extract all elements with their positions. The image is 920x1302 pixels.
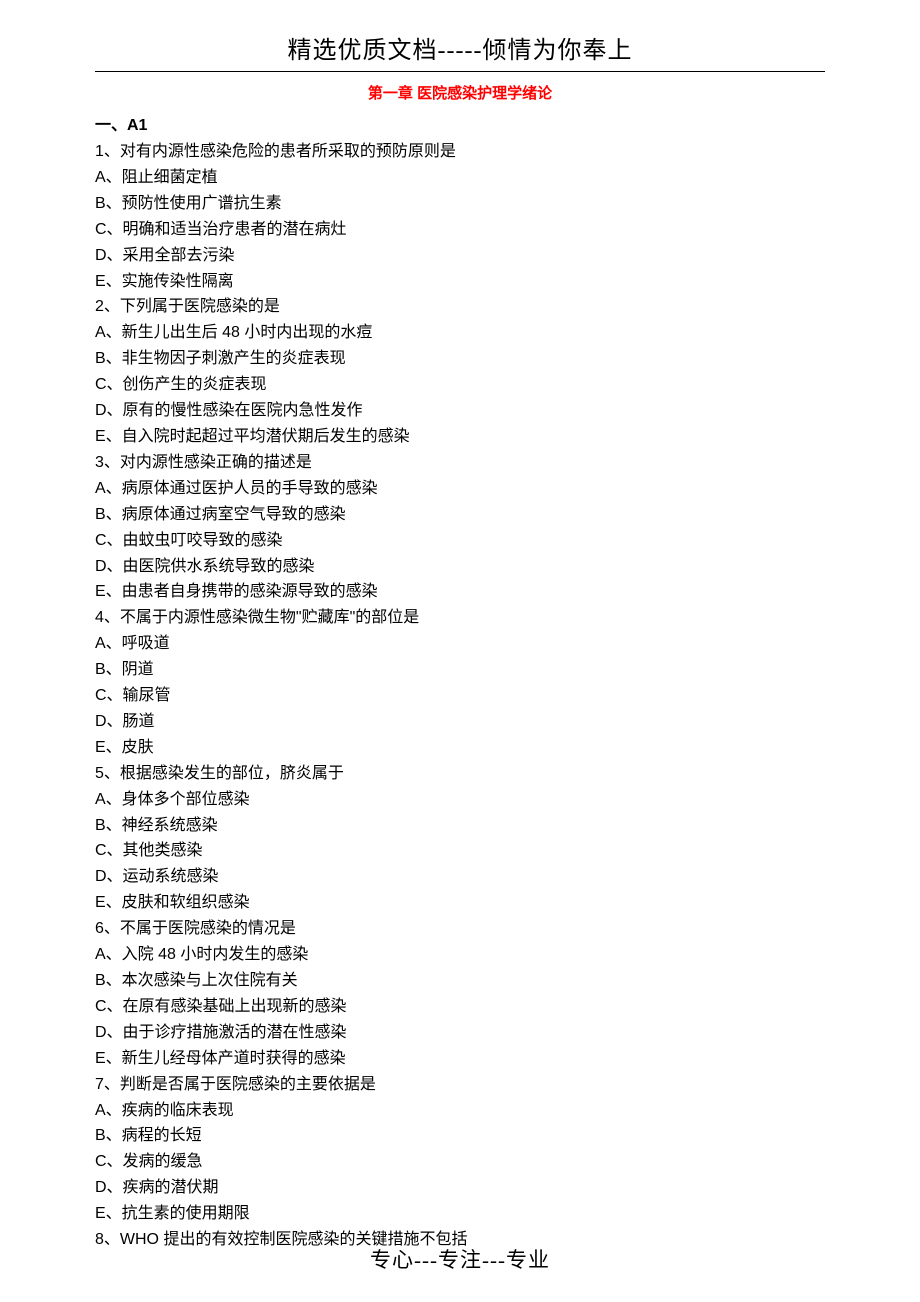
- text-line: D、原有的慢性感染在医院内急性发作: [95, 398, 825, 424]
- text-line: B、病原体通过病室空气导致的感染: [95, 502, 825, 528]
- text-line: E、皮肤: [95, 735, 825, 761]
- text-line: B、病程的长短: [95, 1123, 825, 1149]
- text-line: D、肠道: [95, 709, 825, 735]
- text-line: 3、对内源性感染正确的描述是: [95, 450, 825, 476]
- text-line: 7、判断是否属于医院感染的主要依据是: [95, 1072, 825, 1098]
- text-line: D、由于诊疗措施激活的潜在性感染: [95, 1020, 825, 1046]
- text-line: D、采用全部去污染: [95, 243, 825, 269]
- text-line: D、由医院供水系统导致的感染: [95, 554, 825, 580]
- text-line: 5、根据感染发生的部位，脐炎属于: [95, 761, 825, 787]
- document-page: 精选优质文档-----倾情为你奉上 第一章 医院感染护理学绪论 一、A1 1、对…: [0, 0, 920, 1273]
- text-line: 4、不属于内源性感染微生物"贮藏库"的部位是: [95, 605, 825, 631]
- text-line: A、病原体通过医护人员的手导致的感染: [95, 476, 825, 502]
- text-line: 6、不属于医院感染的情况是: [95, 916, 825, 942]
- text-line: C、创伤产生的炎症表现: [95, 372, 825, 398]
- header-title: 精选优质文档-----倾情为你奉上: [95, 30, 825, 72]
- text-line: E、自入院时起超过平均潜伏期后发生的感染: [95, 424, 825, 450]
- text-line: E、皮肤和软组织感染: [95, 890, 825, 916]
- text-line: A、新生儿出生后 48 小时内出现的水痘: [95, 320, 825, 346]
- text-line: E、抗生素的使用期限: [95, 1201, 825, 1227]
- text-line: E、新生儿经母体产道时获得的感染: [95, 1046, 825, 1072]
- text-line: A、入院 48 小时内发生的感染: [95, 942, 825, 968]
- text-line: B、神经系统感染: [95, 813, 825, 839]
- text-line: B、非生物因子刺激产生的炎症表现: [95, 346, 825, 372]
- text-line: A、呼吸道: [95, 631, 825, 657]
- section-title: 一、A1: [95, 111, 825, 135]
- text-line: C、在原有感染基础上出现新的感染: [95, 994, 825, 1020]
- text-line: A、疾病的临床表现: [95, 1098, 825, 1124]
- text-line: C、由蚊虫叮咬导致的感染: [95, 528, 825, 554]
- text-line: B、预防性使用广谱抗生素: [95, 191, 825, 217]
- content-block: 1、对有内源性感染危险的患者所采取的预防原则是 A、阻止细菌定植 B、预防性使用…: [95, 139, 825, 1253]
- text-line: 2、下列属于医院感染的是: [95, 294, 825, 320]
- text-line: E、由患者自身携带的感染源导致的感染: [95, 579, 825, 605]
- text-line: 1、对有内源性感染危险的患者所采取的预防原则是: [95, 139, 825, 165]
- text-line: C、明确和适当治疗患者的潜在病灶: [95, 217, 825, 243]
- text-line: D、运动系统感染: [95, 864, 825, 890]
- text-line: A、阻止细菌定植: [95, 165, 825, 191]
- text-line: E、实施传染性隔离: [95, 269, 825, 295]
- chapter-title: 第一章 医院感染护理学绪论: [95, 82, 825, 103]
- text-line: B、阴道: [95, 657, 825, 683]
- text-line: D、疾病的潜伏期: [95, 1175, 825, 1201]
- text-line: C、发病的缓急: [95, 1149, 825, 1175]
- text-line: B、本次感染与上次住院有关: [95, 968, 825, 994]
- text-line: C、其他类感染: [95, 838, 825, 864]
- footer-text: 专心---专注---专业: [0, 1244, 920, 1274]
- text-line: A、身体多个部位感染: [95, 787, 825, 813]
- text-line: C、输尿管: [95, 683, 825, 709]
